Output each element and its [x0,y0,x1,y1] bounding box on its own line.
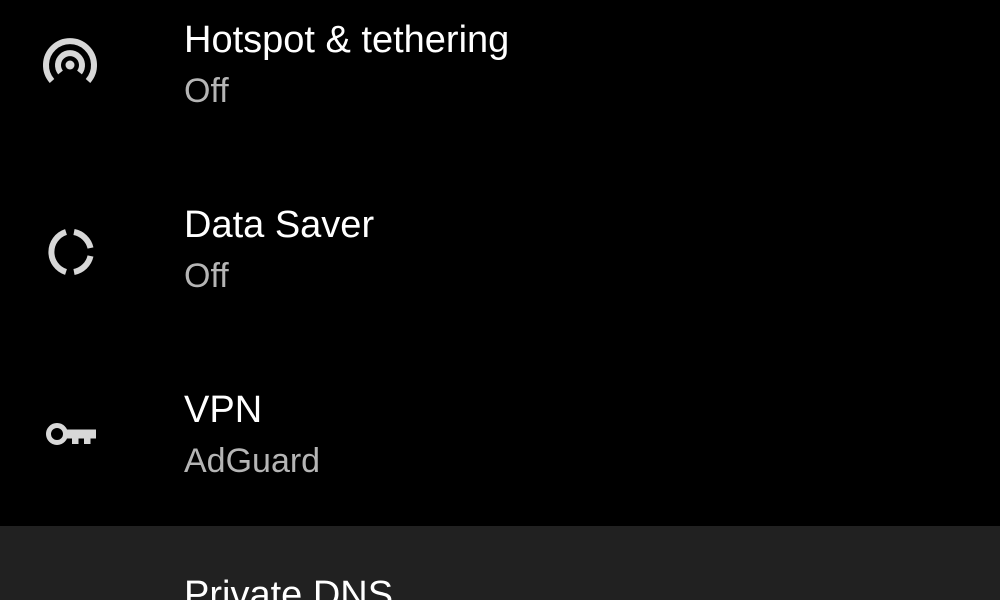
settings-item-hotspot-tethering[interactable]: Hotspot & tethering Off [0,0,1000,160]
settings-item-vpn[interactable]: VPN AdGuard [0,345,1000,530]
settings-item-summary: AdGuard [184,442,321,480]
settings-item-private-dns[interactable]: Private DNS [0,526,1000,600]
data-saver-icon [48,229,94,275]
settings-item-data-saver[interactable]: Data Saver Off [0,160,1000,345]
settings-item-summary: Off [184,257,229,295]
settings-item-title: Hotspot & tethering [184,19,510,61]
settings-item-title: Data Saver [184,204,375,246]
settings-item-title: VPN [184,389,263,431]
settings-item-summary: Off [184,72,229,110]
settings-item-title: Private DNS [184,574,394,600]
hotspot-icon [43,38,97,83]
vpn-key-icon [46,423,96,445]
network-settings-list: Hotspot & tethering Off Data Saver Off V… [0,0,1000,600]
